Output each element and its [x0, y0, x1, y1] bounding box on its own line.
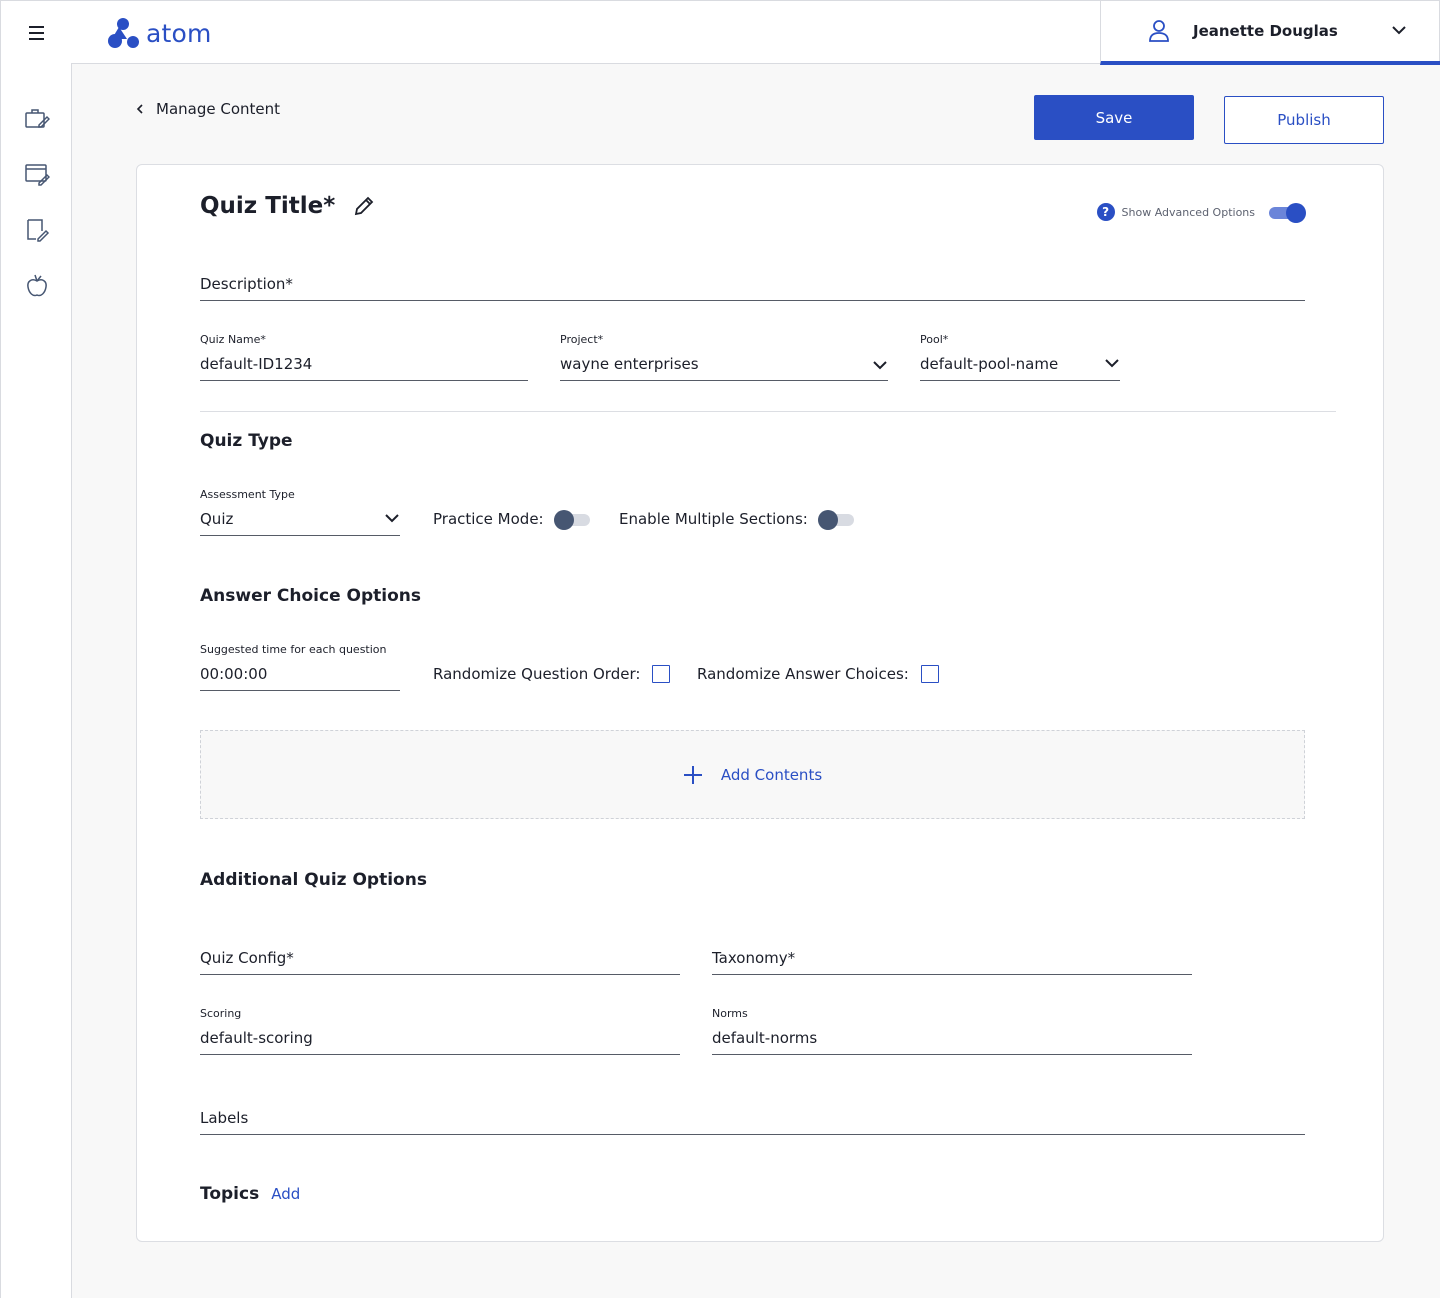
project-select[interactable]: Project* wayne enterprises [560, 333, 888, 381]
scoring-label: Scoring [200, 1007, 242, 1020]
taxonomy-field[interactable]: Taxonomy* [712, 947, 1192, 975]
randomize-answer-checkbox[interactable] [920, 665, 939, 683]
suggested-time-value: 00:00:00 [200, 665, 268, 683]
labels-placeholder: Labels [200, 1109, 249, 1127]
randomize-answer-label: Randomize Answer Choices: [697, 665, 909, 683]
breadcrumb-label: Manage Content [156, 100, 281, 118]
taxonomy-placeholder: Taxonomy* [712, 949, 796, 967]
topics-add-link[interactable]: Add [271, 1185, 300, 1203]
description-placeholder: Description* [200, 275, 293, 293]
project-value: wayne enterprises [560, 355, 699, 373]
suggested-time-label: Suggested time for each question [200, 643, 387, 656]
quiz-type-heading: Quiz Type [200, 431, 293, 451]
randomize-question-label: Randomize Question Order: [433, 665, 641, 683]
plus-icon [683, 765, 702, 784]
randomize-answer-choices: Randomize Answer Choices: [697, 665, 939, 683]
quiz-name-value: default-ID1234 [200, 355, 313, 373]
user-avatar-icon [1145, 17, 1173, 45]
add-contents-dropzone[interactable]: Add Contents [200, 730, 1305, 819]
hamburger-menu-icon[interactable] [23, 21, 49, 45]
quiz-form-card: Quiz Title* ? Show Advanced Options Desc… [136, 164, 1384, 1242]
practice-mode-label: Practice Mode: [433, 510, 544, 528]
section-divider [200, 411, 1336, 412]
advanced-options: ? Show Advanced Options [1096, 202, 1306, 223]
randomize-question-checkbox[interactable] [652, 665, 671, 683]
chevron-down-icon [1392, 26, 1406, 35]
multiple-sections-toggle[interactable] [817, 509, 854, 530]
breadcrumb-back-link[interactable]: Manage Content [136, 100, 280, 118]
briefcase-edit-icon[interactable] [24, 105, 50, 131]
pool-label: Pool* [920, 333, 949, 346]
quiz-title: Quiz Title* [200, 193, 375, 219]
quiz-name-label: Quiz Name* [200, 333, 266, 346]
assessment-type-value: Quiz [200, 510, 234, 528]
help-icon[interactable]: ? [1096, 203, 1115, 221]
multiple-sections-label: Enable Multiple Sections: [619, 510, 808, 528]
assessment-type-label: Assessment Type [200, 488, 295, 501]
user-menu[interactable]: Jeanette Douglas [1100, 0, 1440, 65]
logo-text: atom [146, 18, 212, 48]
advanced-options-label: Show Advanced Options [1121, 205, 1255, 219]
additional-options-heading: Additional Quiz Options [200, 870, 427, 890]
apple-icon[interactable] [24, 273, 50, 299]
topics-heading: Topics [200, 1184, 260, 1204]
pencil-edit-icon[interactable] [353, 195, 375, 217]
add-contents-label: Add Contents [720, 765, 823, 784]
norms-value: default-norms [712, 1029, 818, 1047]
practice-mode-toggle[interactable] [553, 509, 590, 530]
topics-section: Topics Add [200, 1184, 300, 1204]
top-bar: atom Jeanette Douglas [0, 0, 1440, 65]
atom-logo[interactable]: atom [107, 15, 212, 51]
answer-choice-heading: Answer Choice Options [200, 586, 421, 606]
user-name: Jeanette Douglas [1193, 21, 1338, 40]
chevron-down-icon [873, 361, 887, 370]
chevron-down-icon [1105, 359, 1119, 368]
scoring-value: default-scoring [200, 1029, 313, 1047]
multiple-sections: Enable Multiple Sections: [619, 509, 854, 530]
atom-logo-icon [108, 18, 139, 48]
scoring-field[interactable]: Scoring default-scoring [200, 1007, 680, 1055]
pool-value: default-pool-name [920, 355, 1059, 373]
save-button[interactable]: Save [1034, 95, 1194, 140]
advanced-options-toggle[interactable] [1269, 202, 1306, 223]
publish-button[interactable]: Publish [1224, 96, 1384, 144]
browser-edit-icon[interactable] [24, 161, 50, 187]
description-field[interactable]: Description* [200, 273, 1305, 301]
quiz-config-placeholder: Quiz Config* [200, 949, 294, 967]
randomize-question-order: Randomize Question Order: [433, 665, 671, 683]
norms-field[interactable]: Norms default-norms [712, 1007, 1192, 1055]
pool-select[interactable]: Pool* default-pool-name [920, 333, 1120, 381]
chevron-left-icon [136, 104, 143, 114]
norms-label: Norms [712, 1007, 748, 1020]
quiz-name-field[interactable]: Quiz Name* default-ID1234 [200, 333, 528, 381]
document-edit-icon[interactable] [24, 217, 50, 243]
quiz-title-text: Quiz Title* [200, 193, 336, 219]
suggested-time-field[interactable]: Suggested time for each question 00:00:0… [200, 643, 400, 691]
side-nav [0, 63, 72, 1298]
project-label: Project* [560, 333, 604, 346]
chevron-down-icon [385, 514, 399, 523]
practice-mode: Practice Mode: [433, 509, 590, 530]
quiz-config-field[interactable]: Quiz Config* [200, 947, 680, 975]
labels-field[interactable]: Labels [200, 1107, 1305, 1135]
assessment-type-select[interactable]: Assessment Type Quiz [200, 488, 400, 536]
